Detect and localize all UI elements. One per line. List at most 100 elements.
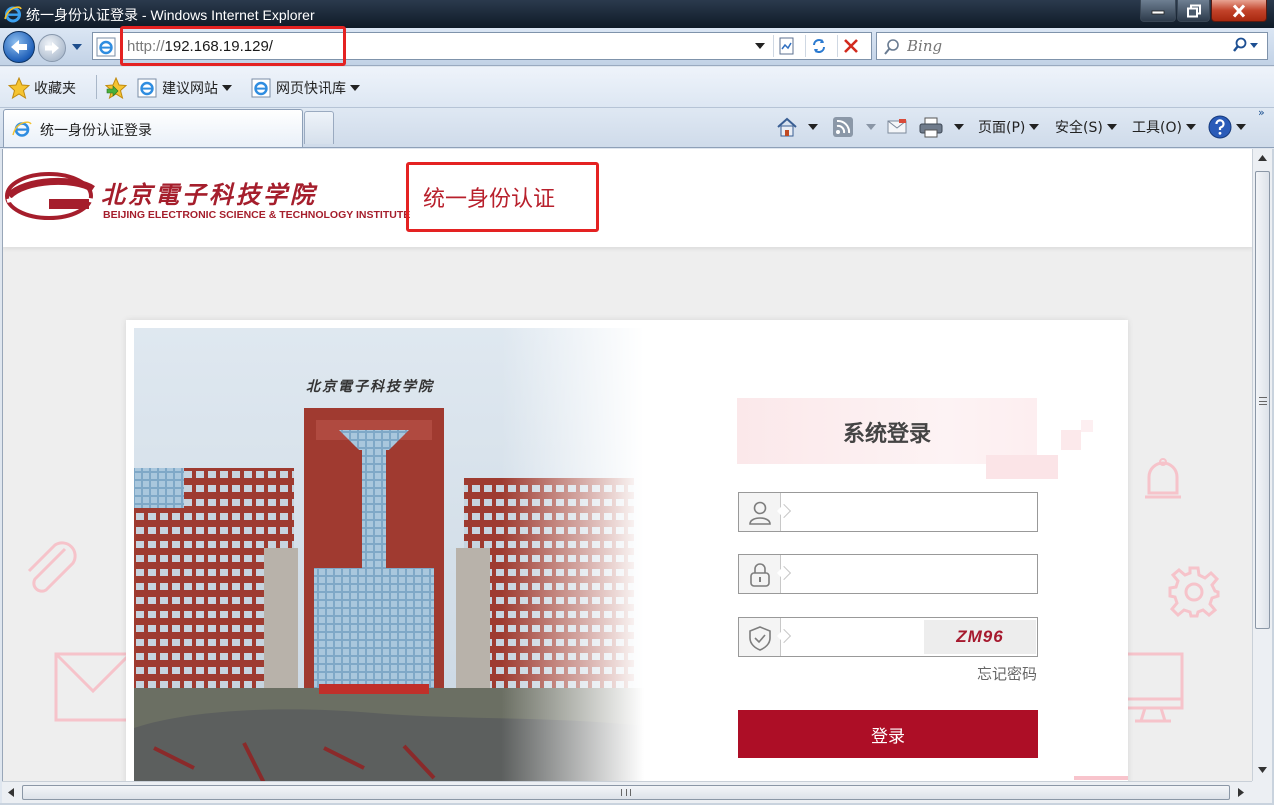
password-input[interactable] (791, 561, 1026, 587)
chevron-down-icon (1106, 124, 1117, 130)
forgot-password-link[interactable]: 忘记密码 (926, 663, 1037, 684)
suggested-sites-button[interactable]: 建议网站 (136, 77, 232, 99)
institute-logo-icon (5, 172, 96, 220)
stop-button[interactable] (837, 35, 863, 57)
read-mail-icon (887, 119, 907, 134)
refresh-icon (813, 39, 825, 53)
chevron-down-icon (954, 124, 964, 130)
scroll-down-icon[interactable] (1258, 767, 1267, 773)
page-ie-icon (96, 37, 116, 57)
read-mail-button[interactable] (886, 114, 908, 140)
minimize-icon (1151, 10, 1165, 14)
campus-sign-text: 北京電子科技学院 (306, 379, 434, 395)
page-menu-label: 页面(P) (978, 120, 1026, 136)
chevron-down-icon (866, 124, 876, 130)
help-button[interactable] (1208, 114, 1246, 140)
chevron-down-icon (1236, 124, 1246, 130)
vertical-scrollbar[interactable] (1252, 149, 1272, 781)
minimize-button[interactable] (1140, 0, 1176, 22)
login-card: 北京電子科技学院 系统登录 ZM96 忘记密码 登录 (126, 320, 1128, 781)
tools-menu-label: 工具(O) (1132, 120, 1182, 136)
horizontal-scrollbar[interactable] (2, 781, 1252, 803)
stop-icon (844, 39, 858, 53)
password-field[interactable] (738, 554, 1038, 594)
login-button[interactable]: 登录 (738, 710, 1038, 758)
web-slice-gallery-button[interactable]: 网页快讯库 (250, 77, 360, 99)
username-input[interactable] (791, 499, 1026, 525)
tools-menu[interactable]: 工具(O) (1132, 114, 1196, 140)
page-menu[interactable]: 页面(P) (978, 114, 1040, 140)
safety-menu-label: 安全(S) (1055, 120, 1103, 136)
captcha-input[interactable] (791, 624, 921, 650)
scroll-up-icon[interactable] (1258, 155, 1267, 161)
close-window-button[interactable] (1211, 0, 1267, 22)
horizontal-scroll-thumb[interactable] (22, 785, 1230, 800)
tab-title: 统一身份认证登录 (40, 123, 152, 139)
printer-icon (919, 117, 943, 138)
compatibility-view-button[interactable] (773, 35, 799, 57)
suggested-sites-label: 建议网站 (162, 81, 218, 97)
ie-page-icon (251, 78, 271, 98)
search-box[interactable] (876, 32, 1268, 60)
favorites-bar: 收藏夹 建议网站 网页快讯库 (0, 67, 1274, 108)
scroll-right-icon[interactable] (1238, 788, 1244, 797)
password-icon-box (739, 555, 781, 593)
address-dropdown-icon[interactable] (755, 43, 765, 49)
chevron-down-icon (222, 85, 232, 91)
address-highlight-box (120, 26, 346, 66)
envelope-icon (54, 652, 132, 722)
ie-page-icon (137, 78, 157, 98)
lock-icon (750, 563, 770, 587)
search-go-icon[interactable] (1233, 37, 1259, 55)
scroll-grip (621, 789, 631, 796)
username-icon-box (739, 493, 781, 531)
decor-square (986, 455, 1058, 479)
favorites-label: 收藏夹 (34, 81, 76, 97)
new-tab-button[interactable] (304, 111, 334, 144)
search-provider-icon (884, 39, 899, 55)
safety-menu[interactable]: 安全(S) (1055, 114, 1117, 140)
help-icon (1208, 115, 1232, 139)
system-title-highlight-box (406, 162, 599, 232)
captcha-image[interactable]: ZM96 (924, 620, 1036, 654)
ie-page-icon (12, 121, 32, 137)
scroll-grip (1259, 397, 1267, 405)
arrow-left-icon (11, 40, 27, 54)
favorites-divider (96, 75, 97, 99)
forward-button[interactable] (38, 34, 66, 62)
tab-bar: 统一身份认证登录 页面(P) 安全(S) 工具(O) » (0, 106, 1274, 148)
captcha-field[interactable]: ZM96 (738, 617, 1038, 657)
home-button[interactable] (776, 114, 818, 140)
tab-login-page[interactable]: 统一身份认证登录 (3, 109, 303, 147)
restore-icon (1186, 4, 1201, 17)
restore-button[interactable] (1177, 0, 1210, 22)
monitor-icon (1122, 652, 1184, 723)
print-button[interactable] (918, 114, 964, 140)
favorites-button[interactable]: 收藏夹 (8, 77, 76, 99)
decor-strip (1074, 776, 1128, 780)
user-icon (749, 501, 771, 525)
chevron-down-icon (1185, 124, 1196, 130)
home-icon (777, 117, 797, 137)
decor-square (1081, 420, 1093, 432)
refresh-button[interactable] (805, 35, 831, 57)
command-bar-overflow-icon[interactable]: » (1258, 106, 1265, 119)
search-input[interactable] (907, 36, 1227, 56)
chevron-down-icon (1029, 124, 1040, 130)
back-button[interactable] (3, 31, 35, 63)
decor-square (1061, 430, 1081, 450)
vertical-scroll-thumb[interactable] (1255, 171, 1270, 629)
window-titlebar[interactable]: 统一身份认证登录 - Windows Internet Explorer (0, 0, 1274, 28)
close-icon (1232, 4, 1246, 17)
scroll-left-icon[interactable] (8, 788, 14, 797)
logo-chinese-name: 北京電子科技学院 (101, 180, 317, 209)
ie-logo-icon (4, 6, 22, 23)
bell-icon (1145, 458, 1181, 499)
recent-pages-dropdown-icon[interactable] (72, 44, 82, 50)
username-field[interactable] (738, 492, 1038, 532)
window-title: 统一身份认证登录 - Windows Internet Explorer (26, 7, 315, 23)
captcha-icon-box (739, 618, 781, 656)
arrow-right-icon (45, 42, 59, 54)
feeds-button[interactable] (832, 114, 876, 140)
add-favorite-icon[interactable] (104, 77, 128, 99)
